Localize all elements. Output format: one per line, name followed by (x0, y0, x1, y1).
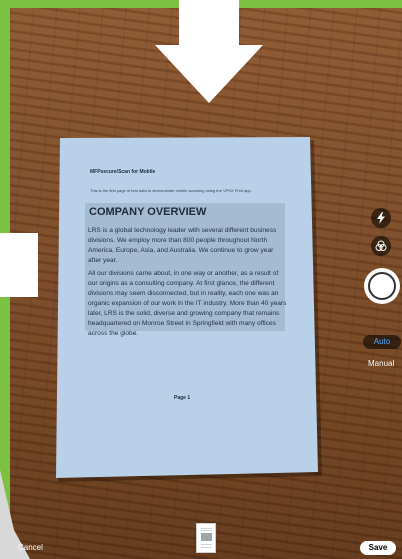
save-button[interactable]: Save (360, 541, 396, 555)
thumbnail-line (201, 530, 212, 531)
thumbnail-line (201, 544, 212, 545)
document-heading: COMPANY OVERVIEW (89, 206, 207, 218)
mode-manual-toggle[interactable]: Manual (368, 359, 394, 368)
document-page-label: Page 1 (174, 395, 191, 401)
flash-icon (377, 212, 385, 224)
filter-icon (375, 240, 387, 251)
thumbnail-line (201, 547, 212, 548)
mode-auto-toggle[interactable]: Auto (363, 335, 401, 349)
flash-button[interactable] (371, 208, 391, 228)
shutter-button[interactable] (364, 268, 400, 304)
thumbnail-block (201, 533, 212, 541)
document-paragraph-1: LRS is a global technology leader with s… (88, 227, 277, 264)
guide-side-marker (0, 233, 38, 297)
document-intro-line: This is the first page of test data to d… (90, 188, 252, 193)
guide-arrow-stem (179, 0, 239, 46)
document-paragraph-2: All our divisions came about, in one way… (88, 270, 287, 337)
move-down-arrow-icon (155, 45, 263, 103)
scan-thumbnail[interactable] (196, 523, 216, 553)
cancel-button[interactable]: Cancel (18, 543, 43, 552)
filter-button[interactable] (371, 236, 391, 256)
thumbnail-line (201, 528, 212, 529)
shutter-ring (368, 272, 396, 300)
document-brand-line: MFPsecure/Scan for Mobile (90, 169, 156, 175)
